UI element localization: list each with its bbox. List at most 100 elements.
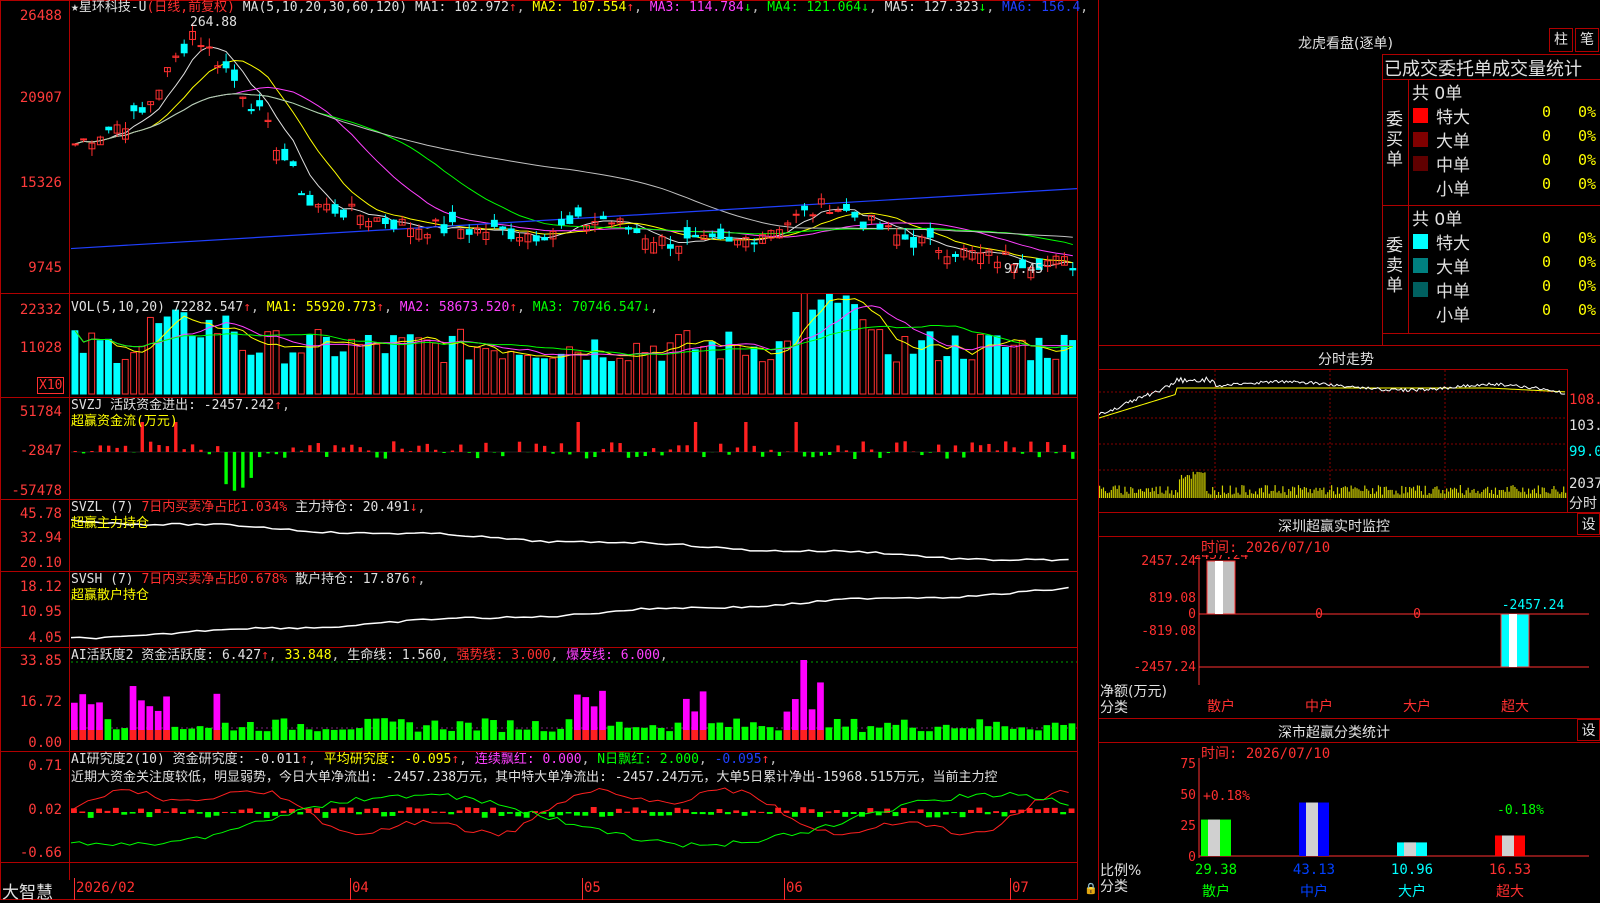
intraday-vol-bar [1212, 487, 1213, 498]
research-bar [431, 811, 437, 813]
research-bar [255, 812, 261, 814]
ai1-legend: AI活跃度2 资金活跃度: 6.427↑, 33.848, 生命线: 1.560… [71, 648, 668, 664]
stock-title[interactable]: ★星环科技-U [71, 0, 146, 15]
x-tick [74, 878, 75, 900]
flow-bar-in [166, 446, 169, 452]
intraday-vol-bar [1185, 477, 1186, 498]
research-bar [851, 812, 857, 814]
candle-body [835, 210, 841, 211]
flow-bar-in [903, 441, 906, 452]
activity-bar [1010, 729, 1017, 740]
volume-bar [273, 331, 279, 394]
candle-body [684, 228, 690, 238]
candle-body [508, 229, 514, 239]
flow-bar-in [769, 450, 772, 452]
research-bar [708, 812, 714, 815]
net-flow-chart[interactable]: 2457.24819.080-819.08-2457.242457.24散户0中… [1099, 555, 1599, 717]
period-label[interactable]: (日线,前复权) [146, 0, 234, 15]
research-bar [1010, 810, 1016, 813]
flow-bar-out [1054, 452, 1057, 453]
flow-bar-out [241, 452, 244, 488]
sell-row-value: 0 [1542, 253, 1551, 277]
research-bar [406, 807, 412, 813]
y-label: 11028 [0, 340, 62, 356]
flow-bar-out [258, 452, 261, 457]
research-bar [1043, 808, 1049, 813]
intraday-vol-bar [1304, 487, 1305, 498]
research-bar [1052, 808, 1058, 813]
candle-body [558, 219, 564, 224]
research-bar [281, 811, 287, 813]
main-chart-panel[interactable] [0, 0, 1078, 294]
vol-ma-value-1: MA1: 55920.773 [267, 300, 377, 315]
flow-bar-out [325, 452, 328, 457]
research-bar [482, 812, 488, 818]
buy-row-label: 中单 [1436, 151, 1470, 175]
sell-row-value: 0 [1542, 277, 1551, 301]
flow-bar-in [124, 446, 127, 452]
svzl-legend: SVZL (7) 7日内买卖净占比1.034% 主力持仓: 20.491↓, 超… [71, 500, 425, 532]
monitor-category: 散户 [1207, 698, 1235, 715]
research-bar [993, 811, 999, 813]
activity-base [130, 730, 137, 740]
intraday-vol-bar [1409, 487, 1410, 498]
ma-values: MA1: 102.972↑, MA2: 107.554↑, MA3: 114.7… [415, 0, 1088, 15]
y-label: 9745 [0, 260, 62, 276]
y-label: 0.00 [0, 735, 62, 751]
research-bar [297, 812, 303, 814]
research-bar [800, 807, 806, 813]
intraday-vol-bar [1364, 486, 1365, 498]
intraday-vol-bar [1542, 487, 1543, 498]
lock-icon[interactable]: 🔒 [1084, 882, 1098, 895]
intraday-vol-bar [1384, 487, 1385, 498]
sell-row-pct: 0% [1578, 229, 1596, 253]
vol-unit-badge[interactable]: X10 [37, 377, 64, 394]
intraday-vol-bar [1144, 492, 1145, 498]
intraday-vol-bar [1510, 486, 1511, 498]
research-bar [792, 812, 798, 817]
flow-bar-in [107, 446, 110, 452]
volume-bar [977, 334, 983, 394]
classify-settings-button[interactable]: 设 [1577, 719, 1600, 741]
research-bar [742, 812, 748, 816]
classify-chart[interactable]: 755025029.38散户43.13中户10.96大户16.53超大+0.18… [1099, 758, 1599, 900]
flow-bar-out [442, 452, 445, 453]
intraday-vol-bar [1146, 488, 1147, 498]
candle-body [953, 255, 959, 257]
volume-bar [835, 303, 841, 394]
candlestick-chart[interactable] [71, 1, 1077, 293]
volume-bar [458, 329, 464, 394]
activity-base [574, 730, 581, 740]
flow-bar-out [476, 452, 479, 458]
volume-bar [642, 353, 648, 394]
activity-bar [440, 729, 447, 740]
classify-category: 散户 [1202, 883, 1230, 900]
buy-row-value: 0 [1542, 127, 1551, 151]
flow-bar-out [233, 452, 236, 491]
activity-bar [1035, 730, 1042, 740]
activity-bar [951, 728, 958, 740]
sell-total: 共 0单 [1412, 205, 1462, 229]
flow-bar-in [518, 442, 521, 452]
intraday-chart[interactable] [1099, 370, 1567, 512]
intraday-vol-bar [1286, 495, 1287, 498]
buy-row-label: 特大 [1436, 103, 1470, 127]
flow-bar-out [853, 452, 856, 459]
monitor-settings-button[interactable]: 设 [1577, 513, 1600, 535]
intraday-vol-bar [1392, 490, 1393, 498]
candle-body [600, 216, 606, 218]
flow-bar-in [1012, 447, 1015, 452]
volume-bar [701, 346, 707, 394]
tick-view-button[interactable]: 笔 [1575, 28, 1599, 52]
research-bar [155, 809, 161, 813]
research-bar [700, 812, 706, 814]
activity-bar [239, 727, 246, 740]
candle-body [181, 44, 187, 53]
sell-row-label: 特大 [1436, 229, 1470, 253]
intraday-vol-bar [1335, 494, 1336, 498]
net-flow-value: 0 [1413, 607, 1421, 622]
column-view-button[interactable]: 柱 [1549, 28, 1573, 52]
classify-category: 中户 [1300, 883, 1328, 900]
research-bar [381, 812, 387, 816]
intraday-vol-bar [1267, 485, 1268, 498]
